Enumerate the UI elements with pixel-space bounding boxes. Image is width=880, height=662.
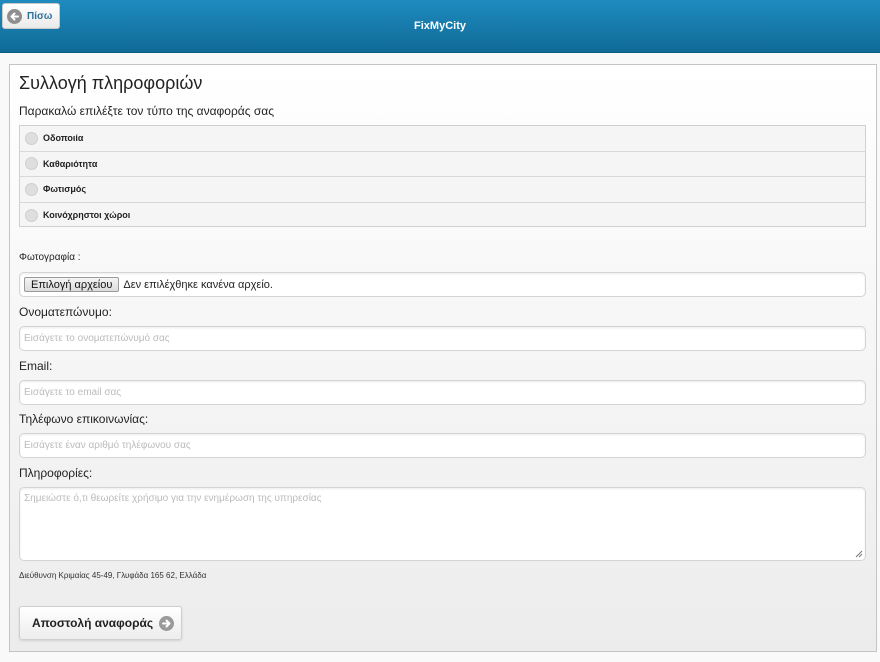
- app-header: Πίσω FixMyCity: [0, 0, 880, 53]
- fullname-label: Ονοματεπώνυμο:: [19, 305, 112, 319]
- info-placeholder: Σημειώστε ό,τι θεωρείτε χρήσιμο για την …: [24, 493, 322, 504]
- resize-grip-icon[interactable]: [855, 550, 863, 558]
- report-type-option-lighting[interactable]: Φωτισμός: [20, 177, 865, 203]
- report-type-option-public-spaces[interactable]: Κοινόχρηστοι χώροι: [20, 203, 865, 229]
- phone-input[interactable]: Εισάγετε έναν αριθμό τηλέφωνου σας: [19, 433, 866, 458]
- report-type-option-cleanliness[interactable]: Καθαριότητα: [20, 152, 865, 177]
- email-input[interactable]: Εισάγετε το email σας: [19, 380, 866, 405]
- report-type-radio-group: Οδοποιία Καθαριότητα Φωτισμός Κοινόχρηστ…: [19, 125, 866, 227]
- radio-button[interactable]: [25, 131, 38, 145]
- email-label: Email:: [19, 359, 53, 373]
- radio-button[interactable]: [25, 157, 38, 171]
- address-text: Διεύθυνση Κριμαίας 45-49, Γλυφάδα 165 62…: [19, 571, 207, 580]
- report-type-instruction: Παρακαλώ επιλέξτε τον τύπο της αναφοράς …: [19, 104, 274, 118]
- page-title: Συλλογή πληροφοριών: [19, 73, 203, 93]
- report-type-label: Οδοποιία: [43, 133, 84, 144]
- info-textarea[interactable]: Σημειώστε ό,τι θεωρείτε χρήσιμο για την …: [19, 487, 866, 561]
- photo-file-field: Επιλογή αρχείου Δεν επιλέχθηκε κανένα αρ…: [19, 272, 866, 297]
- fullname-input[interactable]: Εισάγετε το ονοματεπώνυμό σας: [19, 326, 866, 351]
- arrow-right-circle-icon: [159, 615, 175, 631]
- radio-button[interactable]: [25, 208, 38, 222]
- report-form-panel: Συλλογή πληροφοριών Παρακαλώ επιλέξτε το…: [9, 64, 877, 652]
- phone-label: Τηλέφωνο επικοινωνίας:: [19, 412, 149, 426]
- submit-report-button[interactable]: Αποστολή αναφοράς: [19, 606, 182, 640]
- report-type-label: Κοινόχρηστοι χώροι: [43, 210, 131, 221]
- report-type-option-roads[interactable]: Οδοποιία: [20, 126, 865, 152]
- report-type-label: Φωτισμός: [43, 184, 87, 195]
- info-label: Πληροφορίες:: [19, 466, 93, 480]
- report-type-label: Καθαριότητα: [43, 158, 98, 169]
- photo-label: Φωτογραφία :: [19, 252, 81, 263]
- radio-button[interactable]: [25, 182, 38, 196]
- file-status: Δεν επιλέχθηκε κανένα αρχείο.: [123, 278, 273, 291]
- choose-file-button[interactable]: Επιλογή αρχείου: [24, 277, 120, 292]
- submit-report-label: Αποστολή αναφοράς: [32, 616, 154, 630]
- app-title: FixMyCity: [414, 20, 466, 32]
